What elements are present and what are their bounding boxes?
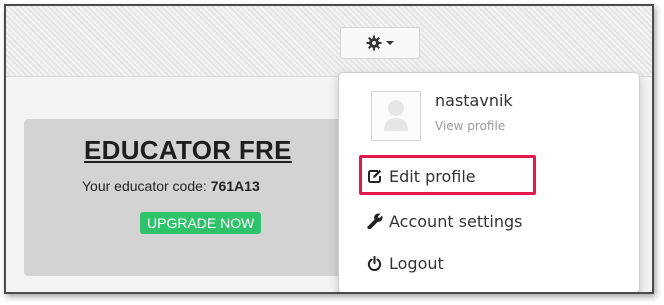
power-icon — [367, 255, 383, 271]
edit-profile-label: Edit profile — [389, 166, 476, 186]
edit-icon — [367, 168, 383, 184]
plan-title: EDUCATOR FRE — [84, 135, 292, 165]
educator-code-label: Your educator code: — [82, 178, 211, 194]
account-settings-label: Account settings — [389, 211, 523, 231]
username: nastavnik — [435, 91, 513, 110]
caret-down-icon — [386, 40, 394, 46]
wrench-icon — [367, 213, 383, 229]
menu-item-logout[interactable]: Logout — [367, 248, 444, 278]
educator-code-value: 761A13 — [210, 178, 260, 194]
top-bar — [6, 6, 652, 77]
menu-item-edit-profile[interactable]: Edit profile — [367, 161, 476, 191]
upgrade-now-button[interactable]: UPGRADE NOW — [140, 212, 262, 234]
gear-icon — [366, 35, 382, 51]
settings-menu-button[interactable] — [340, 27, 420, 59]
avatar[interactable] — [371, 91, 421, 141]
view-profile-link[interactable]: View profile — [435, 119, 505, 133]
logout-label: Logout — [389, 253, 444, 273]
educator-code-line: Your educator code: 761A13 — [82, 178, 260, 194]
screenshot-frame: EDUCATOR FRE Your educator code: 761A13 … — [4, 4, 654, 294]
user-avatar-icon — [382, 97, 410, 135]
user-dropdown-menu: nastavnik View profile Edit profile Acco… — [338, 72, 640, 292]
menu-item-account-settings[interactable]: Account settings — [367, 206, 523, 236]
